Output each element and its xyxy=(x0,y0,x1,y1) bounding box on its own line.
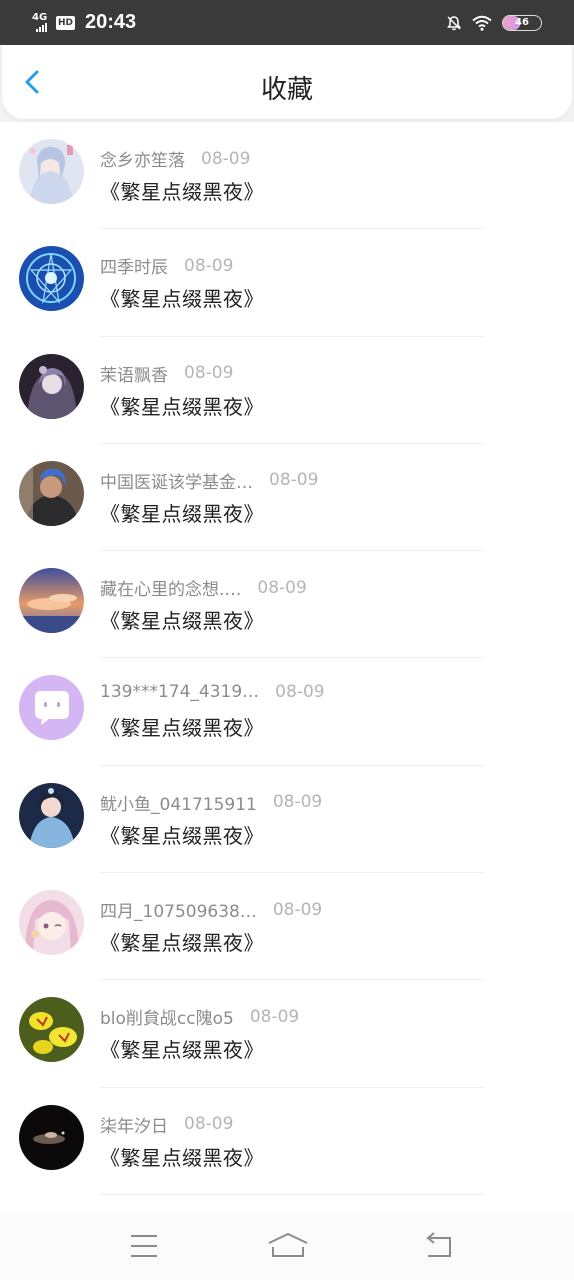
page-title: 收藏 xyxy=(260,75,313,105)
username[interactable]: 四月_107509638… xyxy=(100,897,257,922)
item-title[interactable]: 《繁星点缀黑夜》 xyxy=(100,927,264,956)
username[interactable]: 鱿小鱼_041715911 xyxy=(100,790,257,815)
hd-badge: HD xyxy=(56,15,76,30)
item-meta: blo削貟觇cc隗o5 08-09 xyxy=(100,1004,300,1030)
signal-icon: 4G xyxy=(32,12,50,33)
avatar[interactable] xyxy=(19,997,84,1063)
username[interactable]: 念乡亦笙落 xyxy=(100,146,185,171)
home-icon xyxy=(268,1233,308,1257)
item-meta: 四月_107509638… 08-09 xyxy=(100,897,323,923)
avatar[interactable] xyxy=(19,460,84,526)
list-item[interactable]: blo削貟觇cc隗o5 08-09 《繁星点缀黑夜》 xyxy=(0,980,574,1088)
item-title[interactable]: 《繁星点缀黑夜》 xyxy=(100,498,264,527)
avatar[interactable] xyxy=(19,353,84,419)
item-meta: 四季时辰 08-09 xyxy=(100,253,234,279)
menu-button[interactable] xyxy=(124,1230,164,1262)
list-item[interactable]: 四季时辰 08-09 《繁星点缀黑夜》 xyxy=(0,229,574,337)
username[interactable]: 柒年汐日 xyxy=(100,1112,168,1137)
back-nav-button[interactable] xyxy=(420,1230,460,1262)
nav-bar xyxy=(0,1212,574,1280)
item-meta: 中国医诞该学基金… 08-09 xyxy=(100,468,318,493)
home-button[interactable] xyxy=(265,1230,311,1262)
username[interactable]: 藏在心里的念想.… xyxy=(100,575,241,600)
header: 收藏 xyxy=(2,45,572,119)
item-title[interactable]: 《繁星点缀黑夜》 xyxy=(100,1142,264,1171)
username[interactable]: 茉语飘香 xyxy=(100,361,168,386)
item-date: 08-09 xyxy=(257,577,307,598)
status-left: 4G HD 20:43 xyxy=(32,11,136,34)
item-date: 08-09 xyxy=(272,899,323,920)
menu-icon xyxy=(131,1235,157,1257)
item-title[interactable]: 《繁星点缀黑夜》 xyxy=(100,176,264,205)
wifi-icon xyxy=(472,15,492,31)
battery-icon: 46 xyxy=(502,14,542,31)
list-item[interactable]: 藏在心里的念想.… 08-09 《繁星点缀黑夜》 xyxy=(0,551,574,659)
item-title[interactable]: 《繁星点缀黑夜》 xyxy=(100,391,264,420)
avatar[interactable] xyxy=(19,782,84,848)
list-item[interactable]: 鱿小鱼_041715911 08-09 《繁星点缀黑夜》 xyxy=(0,765,574,874)
item-meta: 念乡亦笙落 08-09 xyxy=(100,146,251,172)
list-item[interactable]: 四月_107509638… 08-09 《繁星点缀黑夜》 xyxy=(0,873,574,981)
status-right: 46 xyxy=(446,14,542,31)
item-title[interactable]: 《繁星点缀黑夜》 xyxy=(100,712,264,741)
item-date: 08-09 xyxy=(269,470,319,491)
item-date: 08-09 xyxy=(249,1006,300,1027)
item-meta: 139***174_4319… 08-09 xyxy=(100,682,325,702)
favorites-list: 念乡亦笙落 08-09 《繁星点缀黑夜》 四季时辰 08-09 《繁星点缀黑夜》 xyxy=(0,122,574,1235)
item-title[interactable]: 《繁星点缀黑夜》 xyxy=(100,820,264,849)
item-meta: 柒年汐日 08-09 xyxy=(100,1112,233,1137)
list-item[interactable]: 中国医诞该学基金… 08-09 《繁星点缀黑夜》 xyxy=(0,443,574,552)
item-title[interactable]: 《繁星点缀黑夜》 xyxy=(100,283,264,312)
username[interactable]: 139***174_4319… xyxy=(100,682,259,702)
item-title[interactable]: 《繁星点缀黑夜》 xyxy=(100,605,264,634)
list-item[interactable]: 139***174_4319… 08-09 《繁星点缀黑夜》 xyxy=(0,658,574,766)
username[interactable]: 四季时辰 xyxy=(100,253,168,278)
item-date: 08-09 xyxy=(201,148,251,169)
item-date: 08-09 xyxy=(275,682,325,703)
avatar[interactable] xyxy=(19,890,84,956)
item-date: 08-09 xyxy=(184,363,234,384)
status-bar: 4G HD 20:43 46 xyxy=(0,0,574,45)
avatar[interactable] xyxy=(19,246,84,312)
avatar[interactable] xyxy=(19,139,84,204)
item-date: 08-09 xyxy=(184,1114,234,1135)
list-item[interactable]: 柒年汐日 08-09 《繁星点缀黑夜》 xyxy=(0,1087,574,1195)
back-icon xyxy=(426,1232,451,1257)
list-item[interactable]: 念乡亦笙落 08-09 《繁星点缀黑夜》 xyxy=(0,122,574,230)
item-date: 08-09 xyxy=(272,792,323,813)
mute-bell-icon xyxy=(447,15,461,30)
item-title[interactable]: 《繁星点缀黑夜》 xyxy=(100,1034,264,1063)
item-date: 08-09 xyxy=(184,255,234,276)
avatar[interactable] xyxy=(19,1104,84,1170)
clock: 20:43 xyxy=(85,11,137,33)
list-item[interactable]: 茉语飘香 08-09 《繁星点缀黑夜》 xyxy=(0,336,574,444)
battery-level: 46 xyxy=(515,16,529,28)
item-meta: 鱿小鱼_041715911 08-09 xyxy=(100,790,322,815)
username[interactable]: blo削貟觇cc隗o5 xyxy=(100,1004,234,1029)
avatar[interactable] xyxy=(19,568,84,634)
avatar[interactable] xyxy=(19,675,84,741)
username[interactable]: 中国医诞该学基金… xyxy=(100,468,253,493)
item-meta: 茉语飘香 08-09 xyxy=(100,361,233,386)
item-meta: 藏在心里的念想.… 08-09 xyxy=(100,575,307,601)
